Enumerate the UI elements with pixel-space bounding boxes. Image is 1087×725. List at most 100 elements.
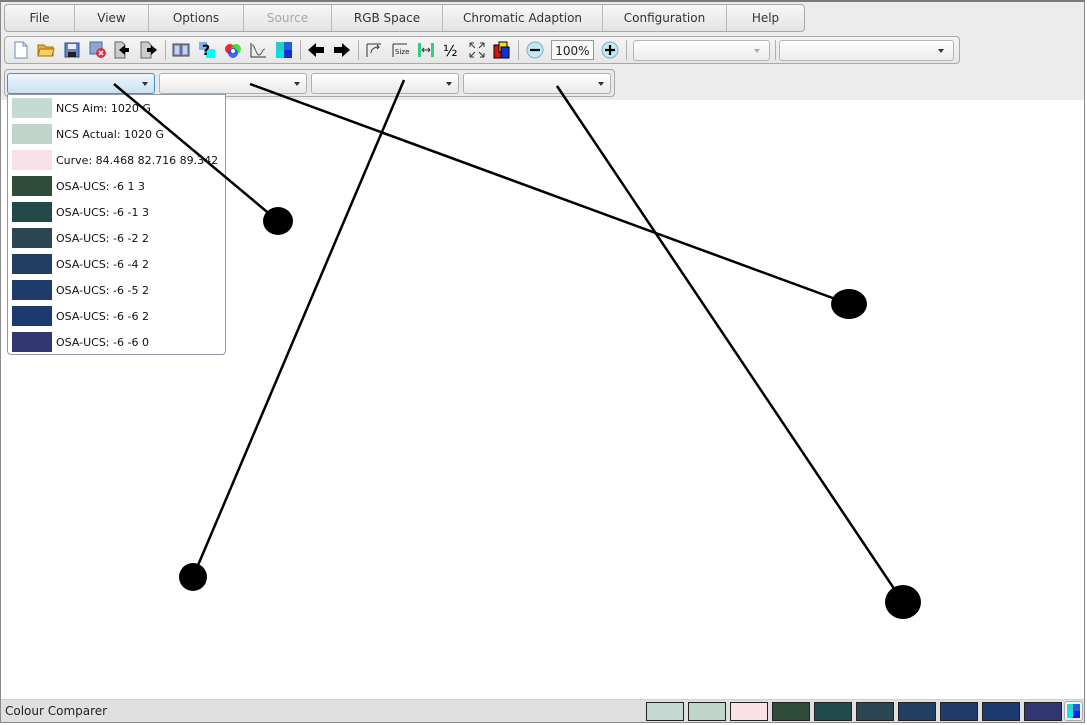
half-button[interactable]: ½ bbox=[441, 40, 461, 60]
menu-bar: File View Options Source RGB Space Chrom… bbox=[4, 4, 805, 32]
menu-chromatic-adaption[interactable]: Chromatic Adaption bbox=[443, 5, 603, 31]
dropdown-item-label: NCS Actual: 1020 G bbox=[56, 127, 165, 141]
colour-selector-2[interactable] bbox=[159, 73, 307, 94]
dropdown-item[interactable]: OSA-UCS: -6 -5 2 bbox=[12, 280, 149, 300]
status-swatch[interactable] bbox=[1024, 702, 1062, 721]
delete-file-icon bbox=[89, 41, 106, 58]
export-icon bbox=[140, 41, 157, 59]
colour-selector-4[interactable] bbox=[463, 73, 611, 94]
menu-configuration[interactable]: Configuration bbox=[603, 5, 727, 31]
status-bar: Colour Comparer bbox=[1, 699, 1085, 723]
dropdown-item-label: OSA-UCS: -6 -6 2 bbox=[56, 309, 149, 323]
menu-source[interactable]: Source bbox=[244, 5, 332, 31]
delete-file-button[interactable] bbox=[88, 40, 108, 60]
status-swatch[interactable] bbox=[730, 702, 768, 721]
zoom-out-button[interactable] bbox=[525, 40, 545, 60]
connector-line-4 bbox=[555, 85, 905, 603]
zoom-level-field[interactable]: 100% bbox=[550, 40, 594, 60]
curve-chart-button[interactable] bbox=[248, 40, 268, 60]
forward-button[interactable] bbox=[332, 40, 352, 60]
dropdown-item[interactable]: OSA-UCS: -6 -6 2 bbox=[12, 306, 149, 326]
colour-selector-1[interactable] bbox=[7, 73, 155, 94]
back-arrow-icon bbox=[308, 43, 325, 57]
menu-help[interactable]: Help bbox=[727, 5, 804, 31]
book-button[interactable] bbox=[172, 40, 192, 60]
toolbar-combo-2[interactable] bbox=[778, 39, 955, 61]
open-button[interactable] bbox=[37, 40, 57, 60]
dropdown-item[interactable]: OSA-UCS: -6 -2 2 bbox=[12, 228, 149, 248]
fullscreen-icon bbox=[469, 42, 485, 58]
colour-swatch bbox=[12, 202, 52, 222]
chevron-down-icon bbox=[938, 48, 945, 53]
size-button[interactable]: Size bbox=[390, 40, 410, 60]
curve-chart-icon bbox=[250, 43, 267, 58]
swap-axes-button[interactable] bbox=[365, 40, 385, 60]
dropdown-item[interactable]: OSA-UCS: -6 -4 2 bbox=[12, 254, 149, 274]
svg-text:Size: Size bbox=[395, 48, 409, 56]
back-button[interactable] bbox=[307, 40, 327, 60]
status-swatch[interactable] bbox=[772, 702, 810, 721]
colour-swatch bbox=[12, 332, 52, 352]
swatch-grid-button[interactable] bbox=[274, 40, 294, 60]
import-button[interactable] bbox=[113, 40, 133, 60]
drag-handle-1[interactable] bbox=[263, 207, 293, 235]
dropdown-item[interactable]: NCS Actual: 1020 G bbox=[12, 124, 164, 144]
save-button[interactable] bbox=[62, 40, 82, 60]
dropdown-item-label: OSA-UCS: -6 -6 0 bbox=[56, 335, 149, 349]
color-wheel-button[interactable] bbox=[223, 40, 243, 60]
drag-handle-4[interactable] bbox=[885, 585, 921, 619]
colour-selector-3[interactable] bbox=[311, 73, 459, 94]
dropdown-item-label: OSA-UCS: -6 -5 2 bbox=[56, 283, 149, 297]
chevron-down-icon bbox=[294, 82, 300, 86]
dropdown-item-label: OSA-UCS: -6 -1 3 bbox=[56, 205, 149, 219]
dropdown-item[interactable]: NCS Aim: 1020 G bbox=[12, 98, 151, 118]
status-swatch[interactable] bbox=[982, 702, 1020, 721]
dropdown-item[interactable]: Curve: 84.468 82.716 89.342 bbox=[12, 150, 218, 170]
size-icon: Size bbox=[392, 43, 409, 57]
fit-width-button[interactable] bbox=[416, 40, 436, 60]
toolbar-combo-1[interactable] bbox=[632, 39, 770, 61]
dropdown-item-label: OSA-UCS: -6 -2 2 bbox=[56, 231, 149, 245]
import-icon bbox=[114, 41, 130, 59]
colour-swatch bbox=[12, 176, 52, 196]
export-button[interactable] bbox=[139, 40, 159, 60]
colour-swatch bbox=[12, 228, 52, 248]
drag-handle-3[interactable] bbox=[179, 563, 207, 591]
menu-rgb-space[interactable]: RGB Space bbox=[332, 5, 443, 31]
swatch-grid-icon bbox=[275, 42, 292, 58]
chevron-down-icon bbox=[598, 82, 604, 86]
fit-width-icon bbox=[417, 43, 434, 57]
colour-swatch bbox=[12, 280, 52, 300]
menu-file[interactable]: File bbox=[5, 5, 75, 31]
help-swatch-button[interactable]: ? bbox=[197, 40, 217, 60]
zoom-in-button[interactable] bbox=[600, 40, 620, 60]
svg-text:½: ½ bbox=[443, 42, 458, 59]
toolbar-separator bbox=[774, 40, 776, 60]
dropdown-item[interactable]: OSA-UCS: -6 1 3 bbox=[12, 176, 145, 196]
toolbar-separator bbox=[357, 40, 359, 60]
fullscreen-button[interactable] bbox=[467, 40, 487, 60]
drag-handle-2[interactable] bbox=[831, 289, 867, 319]
connector-line-2 bbox=[249, 82, 850, 306]
forward-arrow-icon bbox=[333, 43, 350, 57]
dropdown-item[interactable]: OSA-UCS: -6 -6 0 bbox=[12, 332, 149, 352]
half-icon: ½ bbox=[443, 42, 458, 59]
chevron-down-icon bbox=[446, 82, 452, 86]
swap-axes-icon bbox=[366, 43, 382, 57]
status-swatch[interactable] bbox=[646, 702, 684, 721]
dropdown-item-label: Curve: 84.468 82.716 89.342 bbox=[56, 153, 219, 167]
status-swatch[interactable] bbox=[688, 702, 726, 721]
overlap-swatches-button[interactable] bbox=[493, 40, 513, 60]
status-swatch[interactable] bbox=[898, 702, 936, 721]
colour-dropdown-list: NCS Aim: 1020 G NCS Actual: 1020 G Curve… bbox=[7, 94, 226, 355]
dropdown-item[interactable]: OSA-UCS: -6 -1 3 bbox=[12, 202, 149, 222]
colour-selector-bar bbox=[4, 69, 615, 97]
status-swatch[interactable] bbox=[856, 702, 894, 721]
status-swatch[interactable] bbox=[940, 702, 978, 721]
status-swatch[interactable] bbox=[814, 702, 852, 721]
menu-view[interactable]: View bbox=[75, 5, 149, 31]
menu-options[interactable]: Options bbox=[149, 5, 244, 31]
dropdown-item-label: OSA-UCS: -6 -4 2 bbox=[56, 257, 149, 271]
new-document-button[interactable] bbox=[11, 40, 31, 60]
swatch-view-button[interactable] bbox=[1064, 701, 1083, 721]
